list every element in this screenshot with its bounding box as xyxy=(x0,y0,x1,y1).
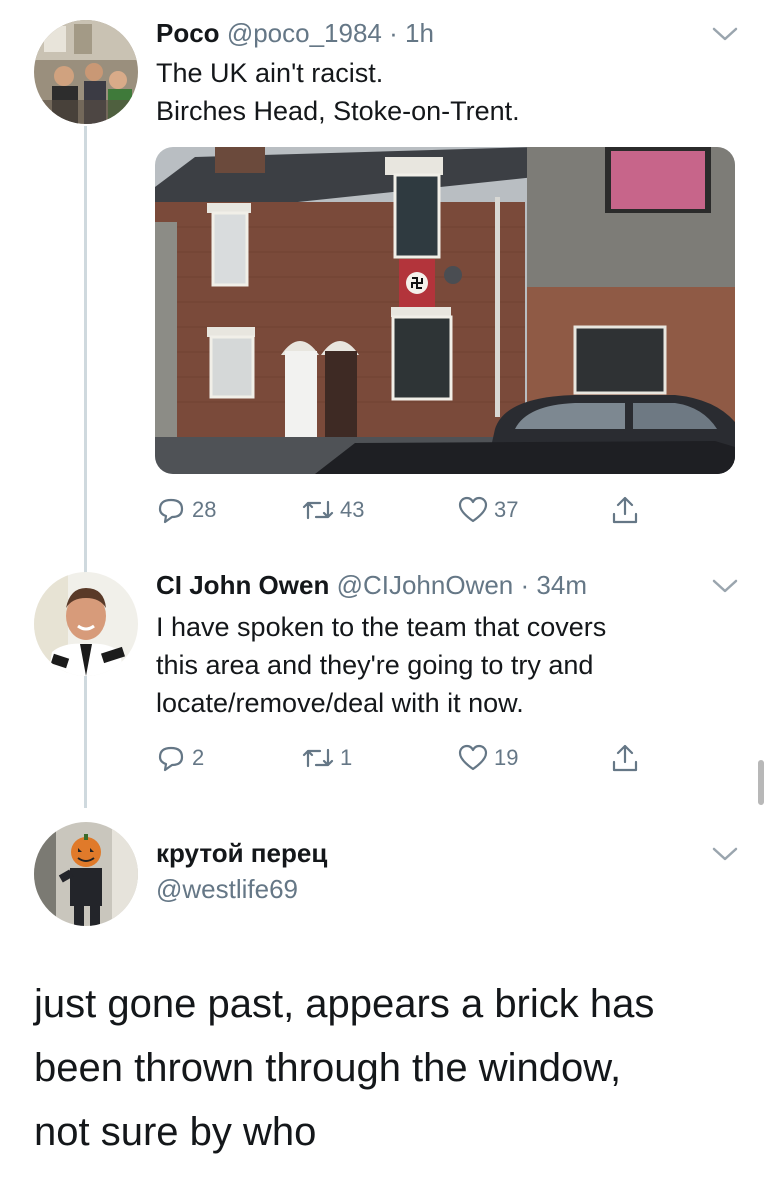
timestamp[interactable]: · 1h xyxy=(389,18,434,48)
retweet-icon xyxy=(302,500,334,520)
share-icon xyxy=(612,496,638,524)
retweet-icon xyxy=(302,748,334,768)
tweet-actions: 2 1 19 xyxy=(156,740,656,780)
like-button[interactable]: 37 xyxy=(458,492,518,528)
scrollbar[interactable] xyxy=(758,760,764,805)
user-handle[interactable]: @CIJohnOwen xyxy=(337,570,514,600)
reply-text-line: been thrown through the window, xyxy=(34,1046,622,1090)
tweet-text-line: this area and they're going to try and xyxy=(156,650,594,680)
reply-bubble-icon xyxy=(158,746,184,772)
reply-button[interactable]: 28 xyxy=(156,492,216,528)
tweet-header: Poco @poco_1984 · 1h xyxy=(156,18,434,49)
reply-text-line: just gone past, appears a brick has xyxy=(34,982,655,1026)
reply-text: just gone past, appears a brick has been… xyxy=(34,972,654,1164)
chevron-down-icon[interactable] xyxy=(712,846,738,862)
reply-display-name[interactable]: крутой перец xyxy=(156,838,327,869)
share-icon xyxy=(612,744,638,772)
tweet-text-line: locate/remove/deal with it now. xyxy=(156,688,524,718)
timestamp[interactable]: · 34m xyxy=(521,570,587,600)
heart-icon xyxy=(458,496,488,523)
tweet-actions: 28 43 37 xyxy=(156,492,656,532)
retweet-count: 1 xyxy=(340,745,353,770)
reply-text-line: not sure by who xyxy=(34,1110,317,1154)
reply-button[interactable]: 2 xyxy=(156,740,204,776)
avatar-cijohnowen[interactable] xyxy=(34,572,138,676)
share-button[interactable] xyxy=(610,740,640,776)
like-count: 19 xyxy=(494,745,519,770)
tweet-text-line: The UK ain't racist. xyxy=(156,58,384,88)
heart-icon xyxy=(458,744,488,771)
user-handle[interactable]: @poco_1984 xyxy=(227,18,382,48)
reply-count: 28 xyxy=(192,497,217,522)
tweet-text-line: Birches Head, Stoke-on-Trent. xyxy=(156,96,520,126)
like-count: 37 xyxy=(494,497,519,522)
tweet-text: I have spoken to the team that covers th… xyxy=(156,608,606,722)
retweet-button[interactable]: 1 xyxy=(302,740,352,776)
chevron-down-icon[interactable] xyxy=(712,578,738,594)
reply-user-handle[interactable]: @westlife69 xyxy=(156,874,298,905)
display-name[interactable]: Poco xyxy=(156,18,220,48)
share-button[interactable] xyxy=(610,492,640,528)
tweet-text: The UK ain't racist. Birches Head, Stoke… xyxy=(156,54,520,130)
chevron-down-icon[interactable] xyxy=(712,26,738,42)
tweet-text-line: I have spoken to the team that covers xyxy=(156,612,607,642)
display-name[interactable]: CI John Owen xyxy=(156,570,329,600)
retweet-button[interactable]: 43 xyxy=(302,492,364,528)
retweet-count: 43 xyxy=(340,497,365,522)
thread-connector xyxy=(84,126,87,808)
avatar-westlife69[interactable] xyxy=(34,822,138,926)
reply-count: 2 xyxy=(192,745,205,770)
reply-bubble-icon xyxy=(158,498,184,524)
avatar-poco[interactable] xyxy=(34,20,138,124)
like-button[interactable]: 19 xyxy=(458,740,518,776)
tweet-header: CI John Owen @CIJohnOwen · 34m xyxy=(156,570,587,601)
tweet-media-photo[interactable] xyxy=(155,147,735,474)
